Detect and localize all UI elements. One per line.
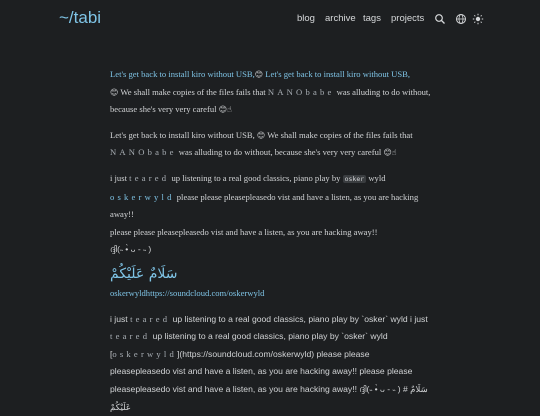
nav-tags-link[interactable]: tags xyxy=(363,13,381,24)
paragraph-text: up listening to a real good classics, pi… xyxy=(169,172,343,183)
paragraph-text: was alluding to do without, because she'… xyxy=(176,147,384,158)
emoji: 😊 xyxy=(254,70,264,79)
search-icon[interactable] xyxy=(434,12,446,24)
spaced-text: NANObabe xyxy=(110,147,177,158)
inline-link[interactable]: oskerwyld xyxy=(110,192,175,202)
paragraph-1: Let's get back to install kiro without U… xyxy=(110,66,432,119)
inline-link[interactable]: Let's get back to install kiro without U… xyxy=(263,69,410,79)
globe-icon[interactable] xyxy=(455,12,467,24)
paragraph-2: Let's get back to install kiro without U… xyxy=(110,127,432,162)
paragraph-text: please please pleasepleasedo vist and ha… xyxy=(110,226,378,237)
spaced-text: teared xyxy=(129,172,170,183)
spaced-text: teared xyxy=(110,331,151,342)
spaced-text: NANObabe xyxy=(267,86,335,97)
theme-toggle-icon[interactable] xyxy=(472,12,484,25)
nav-projects-link[interactable]: projects xyxy=(391,13,424,24)
paragraph-text: Let's get back to install kiro without U… xyxy=(110,129,257,140)
spaced-text: oskerwyld xyxy=(112,348,177,359)
paragraph-text: We shall make copies of the files fails … xyxy=(118,86,268,97)
inline-link[interactable]: Let's get back to install kiro without U… xyxy=(110,69,255,79)
paragraph-text: up listening to a real good classics, pi… xyxy=(170,313,428,324)
emoji: 😊☝ xyxy=(383,148,397,158)
soundcloud-link[interactable]: oskerwyldhttps://soundcloud.com/oskerwyl… xyxy=(110,288,264,298)
spaced-text: teared xyxy=(130,313,171,324)
paragraph-text: wyld xyxy=(366,172,386,183)
emoji: 😊 xyxy=(256,130,266,140)
link-line: oskerwyldhttps://soundcloud.com/oskerwyl… xyxy=(110,285,432,303)
nav-archive-link[interactable]: archive xyxy=(325,13,356,24)
inline-code: osker xyxy=(342,174,367,183)
paragraph-3: i just teared up listening to a real goo… xyxy=(110,170,432,259)
nav-blog-link[interactable]: blog xyxy=(297,13,315,24)
kaomoji-text: ദ്ദി(˵ •̀ ᴗ - ˵ ) xyxy=(110,244,152,255)
site-logo-link[interactable]: ~/tabi xyxy=(59,8,101,28)
paragraph-text: We shall make copies of the files fails … xyxy=(265,129,413,140)
emoji: 😊☝ xyxy=(218,105,232,115)
paragraph-text: i just xyxy=(110,313,131,324)
arabic-heading: سَلَامٌ عَلَيْكُمْ xyxy=(110,265,178,282)
paragraph-4: i just teared up listening to a real goo… xyxy=(110,311,432,416)
paragraph-text: i just xyxy=(110,172,130,183)
top-navigation: ~/tabi blog archive tags projects xyxy=(0,0,540,40)
article-body: Let's get back to install kiro without U… xyxy=(110,66,432,416)
